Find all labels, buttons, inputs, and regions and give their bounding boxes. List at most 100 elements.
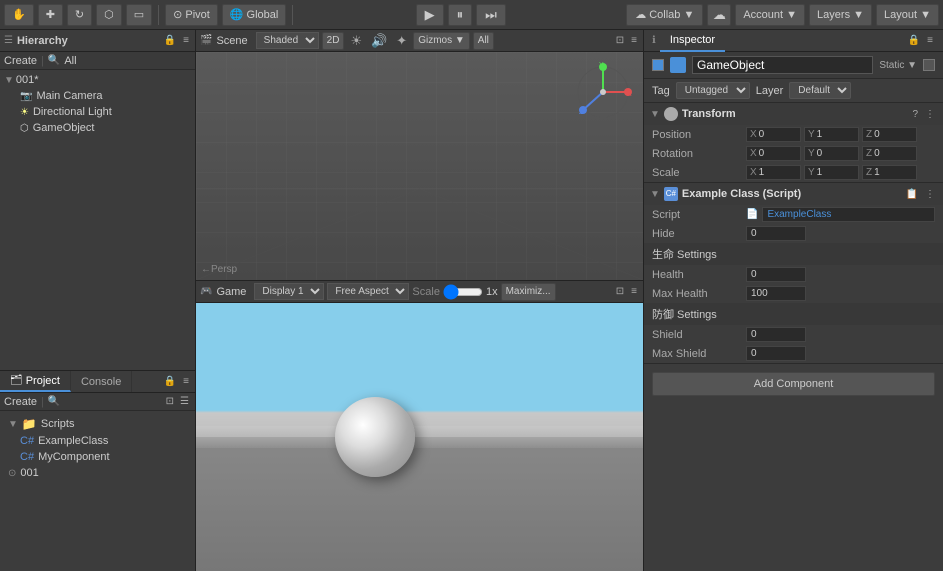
my-component-item[interactable]: C# MyComponent bbox=[4, 449, 191, 465]
hierarchy-create-btn[interactable]: Create bbox=[4, 55, 37, 67]
scene-view[interactable]: X Y Z ←Persp bbox=[196, 52, 643, 280]
transform-menu-btn[interactable]: ⋮ bbox=[923, 108, 937, 121]
hierarchy-item-directional-light[interactable]: ☀ Directional Light bbox=[0, 104, 195, 120]
hierarchy-lock-btn[interactable]: 🔒 bbox=[162, 34, 178, 47]
transform-collapse-arrow: ▼ bbox=[650, 109, 660, 120]
game-maximize-btn[interactable]: ⊡ bbox=[614, 285, 626, 298]
project-view-btn-1[interactable]: ⊡ bbox=[164, 395, 176, 408]
layout-btn[interactable]: Layout ▼ bbox=[876, 4, 939, 26]
inspector-tab[interactable]: Inspector bbox=[660, 30, 725, 52]
script-field-name[interactable]: ExampleClass bbox=[762, 207, 935, 222]
scene-light-btn[interactable]: ☀ bbox=[347, 32, 365, 50]
scene-fx-btn[interactable]: ✦ bbox=[393, 32, 410, 50]
script-info-btn[interactable]: 📋 bbox=[904, 188, 920, 201]
scene-all-btn[interactable]: All bbox=[473, 32, 494, 50]
rotation-z-value: 0 bbox=[874, 148, 880, 159]
shaded-dropdown[interactable]: Shaded bbox=[256, 32, 319, 49]
hierarchy-toolbar: Create | 🔍 All bbox=[0, 52, 195, 70]
game-menu-btn[interactable]: ≡ bbox=[629, 285, 639, 298]
example-class-label: ExampleClass bbox=[38, 435, 108, 447]
gameobject-active-checkbox[interactable] bbox=[652, 59, 664, 71]
rotate-tool-btn[interactable]: ↻ bbox=[67, 4, 92, 26]
move-tool-btn[interactable]: ✚ bbox=[38, 4, 63, 26]
layer-label: Layer bbox=[756, 85, 784, 97]
scene-2d-btn[interactable]: 2D bbox=[322, 32, 345, 50]
tag-dropdown[interactable]: Untagged bbox=[676, 82, 750, 99]
project-create-btn[interactable]: Create bbox=[4, 396, 37, 408]
scene-menu-btn[interactable]: ≡ bbox=[629, 34, 639, 47]
hand-tool-btn[interactable]: ✋ bbox=[4, 4, 34, 26]
project-search-icon: 🔍 bbox=[48, 396, 60, 407]
scene-001-item[interactable]: ⊙ 001 bbox=[4, 465, 191, 481]
folder-icon: 📁 bbox=[22, 417, 37, 431]
project-tab-icon: 🗂 bbox=[10, 375, 23, 386]
scene-audio-btn[interactable]: 🔊 bbox=[368, 32, 390, 50]
scene-maximize-btn[interactable]: ⊡ bbox=[614, 34, 626, 47]
transform-header[interactable]: ▼ Transform ? ⋮ bbox=[644, 103, 943, 125]
rect-tool-btn[interactable]: ▭ bbox=[126, 4, 152, 26]
layer-dropdown[interactable]: Default bbox=[789, 82, 851, 99]
script-menu-btn[interactable]: ⋮ bbox=[923, 188, 937, 201]
aspect-dropdown[interactable]: Free Aspect bbox=[327, 283, 409, 300]
pause-btn[interactable]: ⏸ bbox=[448, 4, 473, 26]
scene-icon: ⊙ bbox=[8, 468, 16, 479]
cloud-btn[interactable]: ☁ bbox=[707, 4, 731, 26]
inspector-menu-btn[interactable]: ≡ bbox=[925, 34, 935, 47]
left-panel: ☰ Hierarchy 🔒 ≡ Create | 🔍 All ▼ 001* bbox=[0, 30, 196, 571]
hierarchy-item-gameobject[interactable]: ⬡ GameObject bbox=[0, 120, 195, 136]
static-checkbox[interactable] bbox=[923, 59, 935, 71]
transform-icon bbox=[664, 107, 678, 121]
transform-component: ▼ Transform ? ⋮ Position X 0 bbox=[644, 103, 943, 183]
inspector-header: ℹ Inspector 🔒 ≡ bbox=[644, 30, 943, 52]
tag-layer-row: Tag Untagged Layer Default bbox=[644, 79, 943, 103]
scale-tool-btn[interactable]: ⬡ bbox=[96, 4, 122, 26]
layers-btn[interactable]: Layers ▼ bbox=[809, 4, 872, 26]
inspector-tab-area: Inspector bbox=[660, 30, 725, 52]
account-btn[interactable]: Account ▼ bbox=[735, 4, 805, 26]
maximize-btn[interactable]: Maximiz... bbox=[501, 283, 556, 301]
position-y-value: 1 bbox=[817, 129, 823, 140]
example-class-item[interactable]: C# ExampleClass bbox=[4, 433, 191, 449]
rotation-x-field: X 0 bbox=[746, 146, 801, 161]
position-y-field: Y 1 bbox=[804, 127, 859, 142]
svg-text:X: X bbox=[627, 91, 632, 98]
hierarchy-item-main-camera[interactable]: 📷 Main Camera bbox=[0, 88, 195, 104]
tab-console[interactable]: Console bbox=[71, 371, 132, 392]
display-dropdown[interactable]: Display 1 bbox=[254, 283, 324, 300]
project-lock-btn[interactable]: 🔒 bbox=[162, 375, 178, 388]
transform-info-btn[interactable]: ? bbox=[910, 108, 920, 121]
pivot-btn[interactable]: ⊙ Pivot bbox=[165, 4, 218, 26]
scene-gizmos-btn[interactable]: Gizmos ▼ bbox=[413, 32, 470, 50]
project-toolbar: Create | 🔍 ⊡ ☰ bbox=[0, 393, 195, 411]
rotation-y-value: 0 bbox=[817, 148, 823, 159]
position-xyz: X 0 Y 1 Z 0 bbox=[746, 127, 935, 142]
collab-btn[interactable]: ☁ Collab ▼ bbox=[626, 4, 703, 26]
hierarchy-root-item[interactable]: ▼ 001* bbox=[0, 72, 195, 88]
scripts-folder[interactable]: ▼ 📁 Scripts bbox=[4, 415, 191, 433]
step-btn[interactable]: ⏭ bbox=[476, 4, 506, 26]
position-z-value: 0 bbox=[874, 129, 880, 140]
global-btn[interactable]: 🌐 Global bbox=[222, 4, 287, 26]
hierarchy-menu-btn[interactable]: ≡ bbox=[181, 34, 191, 47]
shield-label: Shield bbox=[652, 329, 742, 341]
collapse-arrow: ▼ bbox=[4, 75, 14, 86]
tab-project[interactable]: 🗂 Project bbox=[0, 371, 71, 392]
light-icon: ☀ bbox=[20, 107, 29, 118]
scale-slider[interactable] bbox=[443, 287, 483, 297]
scale-z-field: Z 1 bbox=[862, 165, 917, 180]
game-view[interactable] bbox=[196, 303, 643, 571]
project-menu-btn[interactable]: ≡ bbox=[181, 375, 191, 388]
inspector-lock-btn[interactable]: 🔒 bbox=[906, 34, 922, 47]
script-collapse-arrow: ▼ bbox=[650, 189, 660, 200]
root-label: 001* bbox=[16, 74, 39, 86]
game-panel: 🎮 Game Display 1 Free Aspect Scale 1x Ma… bbox=[196, 281, 643, 571]
play-btn[interactable]: ▶ bbox=[416, 4, 444, 26]
position-row: Position X 0 Y 1 Z 0 bbox=[644, 125, 943, 144]
toolbar-right: ☁ Collab ▼ ☁ Account ▼ Layers ▼ Layout ▼ bbox=[626, 4, 939, 26]
hierarchy-all-btn[interactable]: All bbox=[64, 55, 76, 67]
script-component-header[interactable]: ▼ C# Example Class (Script) 📋 ⋮ bbox=[644, 183, 943, 205]
gameobject-name-input[interactable] bbox=[692, 56, 873, 74]
scale-y-field: Y 1 bbox=[804, 165, 859, 180]
project-view-btn-2[interactable]: ☰ bbox=[178, 395, 191, 408]
add-component-btn[interactable]: Add Component bbox=[652, 372, 935, 396]
